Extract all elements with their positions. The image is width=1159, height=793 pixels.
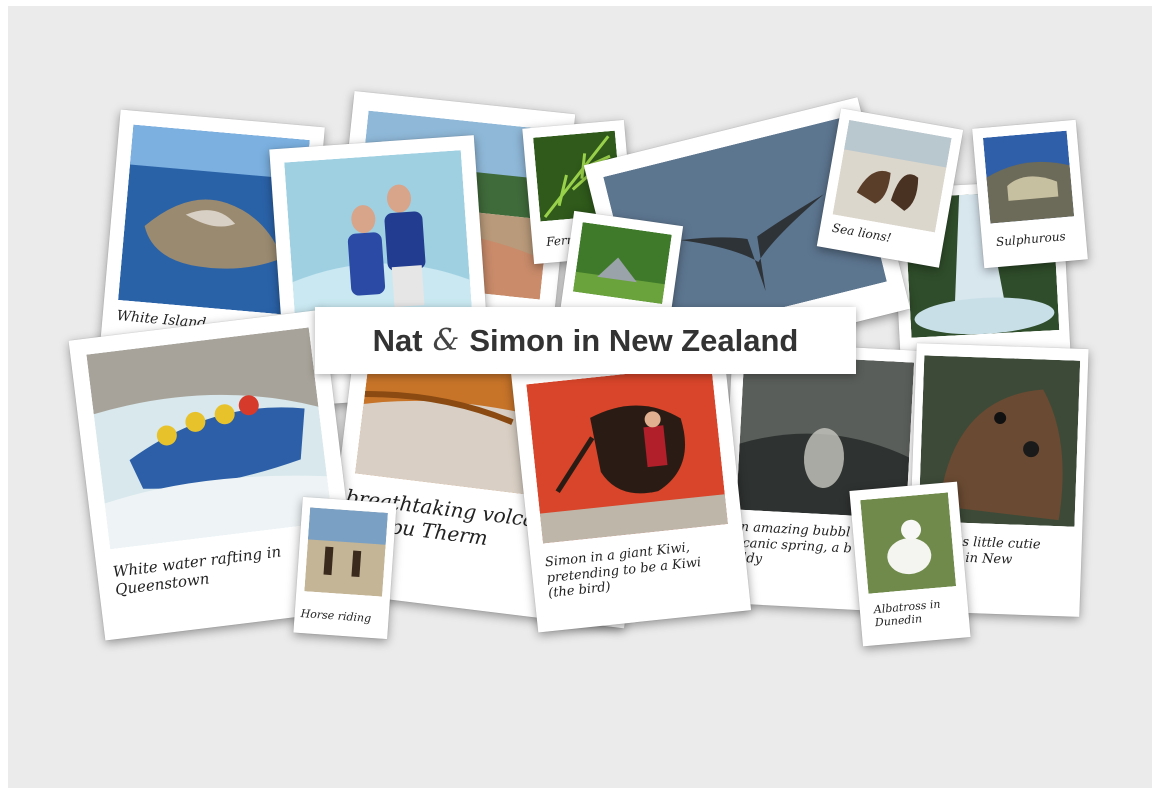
rafting-photo	[86, 327, 333, 550]
photo-card-sealions[interactable]: Sea lions!	[816, 108, 964, 268]
caption-albatross: Albatross in Dunedin	[873, 597, 941, 630]
page-title: Nat & Simon in New Zealand	[373, 323, 799, 359]
sea-lions-photo	[832, 119, 952, 233]
title-part-1: Nat	[372, 322, 423, 358]
photo-card-sulphurous[interactable]: Sulphurous	[972, 119, 1088, 269]
caption-rafting: White water rafting in Queenstown	[111, 542, 283, 599]
photo-card-albatross[interactable]: Albatross in Dunedin	[849, 481, 971, 647]
horse-riding-photo	[304, 507, 388, 597]
caption-spring: An amazing bubbl olcanic spring, a b udd…	[729, 519, 853, 567]
albatross-photo	[860, 492, 957, 594]
collage-stage: White Island U Fernt	[8, 6, 1152, 788]
caption-horse: Horse riding	[300, 607, 372, 625]
photo-card-horse[interactable]: Horse riding	[293, 496, 397, 640]
collage-title-card: Nat & Simon in New Zealand	[315, 307, 856, 374]
volcano-photo	[982, 130, 1075, 224]
tent-photo	[572, 222, 672, 305]
caption-kiwi: Simon in a giant Kiwi, pretending to be …	[544, 540, 702, 602]
caption-sealions: Sea lions!	[831, 220, 893, 245]
caption-sulphurous: Sulphurous	[995, 229, 1067, 250]
photo-card-kiwi[interactable]: Simon in a giant Kiwi, pretending to be …	[510, 349, 752, 633]
giant-kiwi-photo	[526, 364, 728, 544]
title-part-2: Simon in New Zealand	[469, 322, 799, 358]
title-ampersand: &	[432, 323, 460, 358]
